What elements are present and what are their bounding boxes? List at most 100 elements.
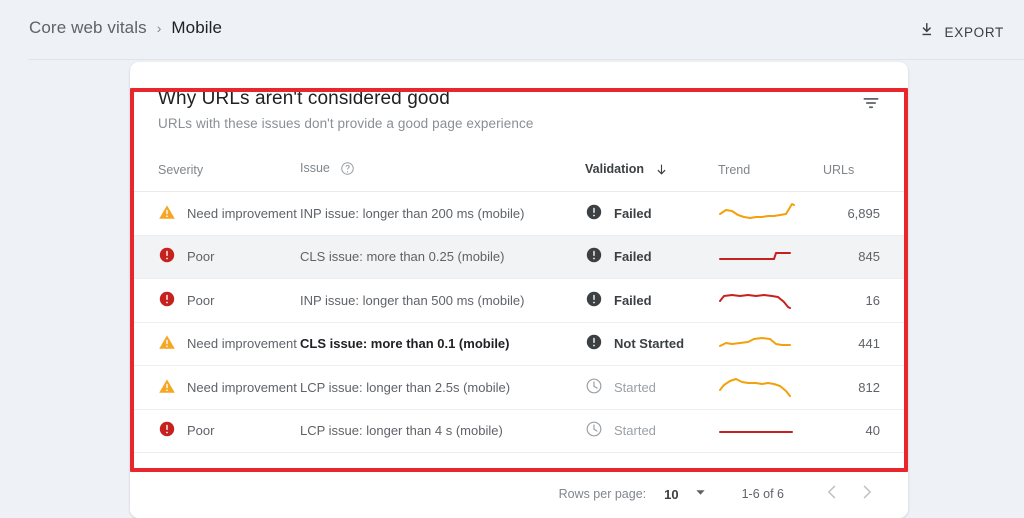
severity-label: Need improvement (187, 336, 297, 352)
column-header-validation[interactable]: Validation (585, 151, 718, 192)
cell-validation: Failed (585, 235, 718, 279)
column-header-trend-label: Trend (718, 163, 751, 177)
issues-table: Severity Issue Validation Trend URLs Nee… (130, 151, 908, 453)
cell-issue[interactable]: LCP issue: longer than 4 s (mobile) (300, 409, 585, 453)
chevron-left-icon (824, 483, 842, 506)
cell-trend (718, 235, 823, 279)
cell-severity: Poor (130, 235, 300, 279)
cell-issue[interactable]: LCP issue: longer than 2.5s (mobile) (300, 365, 585, 410)
cell-issue[interactable]: CLS issue: more than 0.25 (mobile) (300, 235, 585, 279)
breadcrumb-current: Mobile (171, 18, 223, 37)
page-title: Why URLs aren't considered good (158, 88, 450, 109)
status-badge: Failed (614, 292, 652, 308)
cell-urls: 845 (823, 235, 908, 279)
trend-sparkline (718, 337, 796, 361)
urls-count: 441 (858, 336, 880, 352)
download-icon (919, 21, 936, 43)
table-footer: Rows per page: 10 1-6 of 6 (130, 470, 908, 518)
severity-label: Need improvement (187, 205, 297, 221)
warning-triangle-icon (158, 333, 176, 354)
table-row[interactable]: Poor LCP issue: longer than 4 s (mobile) S… (130, 409, 908, 453)
column-header-severity[interactable]: Severity (130, 151, 300, 192)
column-header-trend: Trend (718, 151, 823, 192)
pagination-range: 1-6 of 6 (741, 487, 784, 501)
cell-urls: 40 (823, 409, 908, 453)
table-row[interactable]: Need improvement CLS issue: more than 0.1… (130, 322, 908, 366)
filter-button[interactable] (854, 88, 888, 122)
column-header-urls[interactable]: URLs (823, 151, 908, 192)
chevron-down-icon (695, 485, 706, 503)
cell-severity: Poor (130, 278, 300, 323)
chevron-right-icon (858, 483, 876, 506)
urls-count: 6,895 (847, 205, 880, 221)
cell-severity: Need improvement (130, 365, 300, 410)
table-row[interactable]: Need improvement LCP issue: longer than 2… (130, 365, 908, 410)
trend-sparkline (718, 377, 796, 405)
column-header-issue[interactable]: Issue (300, 151, 585, 192)
issues-card: Why URLs aren't considered good URLs wit… (130, 62, 908, 518)
severity-label: Poor (187, 423, 215, 439)
urls-count: 16 (865, 292, 880, 308)
error-filled-icon (585, 203, 603, 224)
card-header: Why URLs aren't considered good URLs wit… (130, 62, 908, 131)
severity-label: Need improvement (187, 379, 297, 395)
error-filled-icon (158, 290, 176, 311)
cell-urls: 812 (823, 365, 908, 410)
cell-issue[interactable]: INP issue: longer than 500 ms (mobile) (300, 278, 585, 323)
cell-urls: 16 (823, 278, 908, 323)
issue-link[interactable]: LCP issue: longer than 2.5s (mobile) (300, 380, 510, 395)
table-row[interactable]: Need improvement INP issue: longer than 2… (130, 191, 908, 236)
status-badge: Failed (614, 205, 652, 221)
error-filled-icon (585, 290, 603, 311)
cell-issue[interactable]: INP issue: longer than 200 ms (mobile) (300, 191, 585, 236)
table-row[interactable]: Poor INP issue: longer than 500 ms (mobil… (130, 278, 908, 323)
table-header: Severity Issue Validation Trend URLs (130, 151, 908, 192)
clock-outline-icon (585, 420, 603, 441)
card-subtitle: URLs with these issues don't provide a g… (158, 116, 534, 131)
status-badge: Not Started (614, 336, 685, 352)
table-body: Need improvement INP issue: longer than 2… (130, 191, 908, 453)
next-page-button[interactable] (850, 477, 884, 511)
column-header-urls-label: URLs (823, 163, 855, 177)
clock-outline-icon (585, 377, 603, 398)
cell-validation: Started (585, 409, 718, 453)
issue-link[interactable]: INP issue: longer than 200 ms (mobile) (300, 206, 524, 221)
warning-triangle-icon (158, 377, 176, 398)
column-header-severity-label: Severity (158, 163, 204, 177)
export-button-label: EXPORT (944, 24, 1004, 40)
cell-trend (718, 409, 823, 453)
arrow-down-icon (655, 163, 668, 179)
trend-sparkline (718, 431, 796, 448)
app-root: Core web vitals › Mobile EXPORT Why URLs… (0, 0, 1024, 518)
error-filled-icon (585, 333, 603, 354)
warning-triangle-icon (158, 203, 176, 224)
previous-page-button[interactable] (816, 477, 850, 511)
cell-severity: Poor (130, 409, 300, 453)
rows-per-page-value: 10 (664, 486, 679, 502)
top-bar: Core web vitals › Mobile EXPORT (0, 0, 1024, 60)
severity-label: Poor (187, 292, 215, 308)
breadcrumb-separator-icon: › (156, 20, 162, 36)
status-badge: Failed (614, 249, 652, 265)
breadcrumb-parent-link[interactable]: Core web vitals (29, 18, 147, 38)
cell-issue[interactable]: CLS issue: more than 0.1 (mobile) (300, 322, 585, 366)
issue-link[interactable]: CLS issue: more than 0.1 (mobile) (300, 336, 510, 351)
rows-per-page-select[interactable]: 10 (664, 485, 705, 503)
export-button[interactable]: EXPORT (913, 17, 1010, 47)
cell-severity: Need improvement (130, 322, 300, 366)
trend-sparkline (718, 202, 796, 231)
issue-link[interactable]: CLS issue: more than 0.25 (mobile) (300, 249, 504, 264)
header-divider (28, 59, 1024, 60)
issue-link[interactable]: INP issue: longer than 500 ms (mobile) (300, 293, 524, 308)
cell-urls: 6,895 (823, 191, 908, 236)
cell-trend (718, 322, 823, 366)
issue-link[interactable]: LCP issue: longer than 4 s (mobile) (300, 423, 503, 438)
breadcrumb: Core web vitals › Mobile (29, 18, 222, 38)
error-filled-icon (158, 420, 176, 441)
table-row[interactable]: Poor CLS issue: more than 0.25 (mobile) Fa… (130, 235, 908, 279)
help-circle-icon[interactable] (340, 161, 355, 179)
filter-icon (861, 93, 881, 118)
cell-trend (718, 365, 823, 410)
error-filled-icon (585, 246, 603, 267)
rows-per-page-label: Rows per page: (558, 487, 647, 501)
